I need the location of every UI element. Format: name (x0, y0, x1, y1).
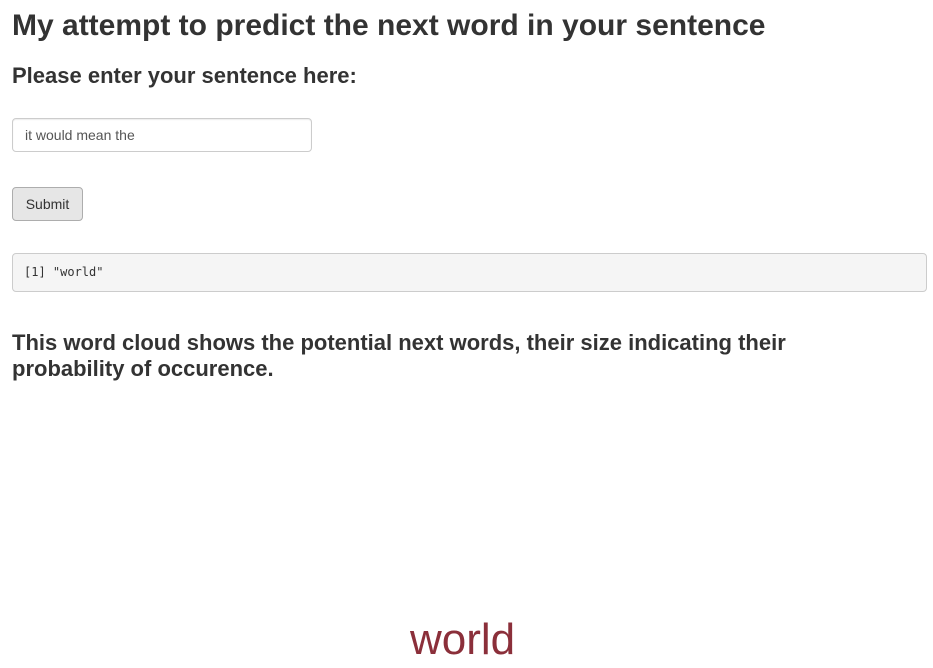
word-cloud-heading: This word cloud shows the potential next… (12, 330, 786, 381)
sentence-input[interactable] (12, 118, 312, 152)
word-cloud: world (0, 440, 933, 668)
sentence-input-heading: Please enter your sentence here: (12, 63, 357, 88)
page-title: My attempt to predict the next word in y… (12, 9, 766, 42)
prediction-output: [1] "world" (12, 253, 927, 292)
submit-button[interactable]: Submit (12, 187, 83, 221)
cloud-word: world (410, 615, 516, 664)
